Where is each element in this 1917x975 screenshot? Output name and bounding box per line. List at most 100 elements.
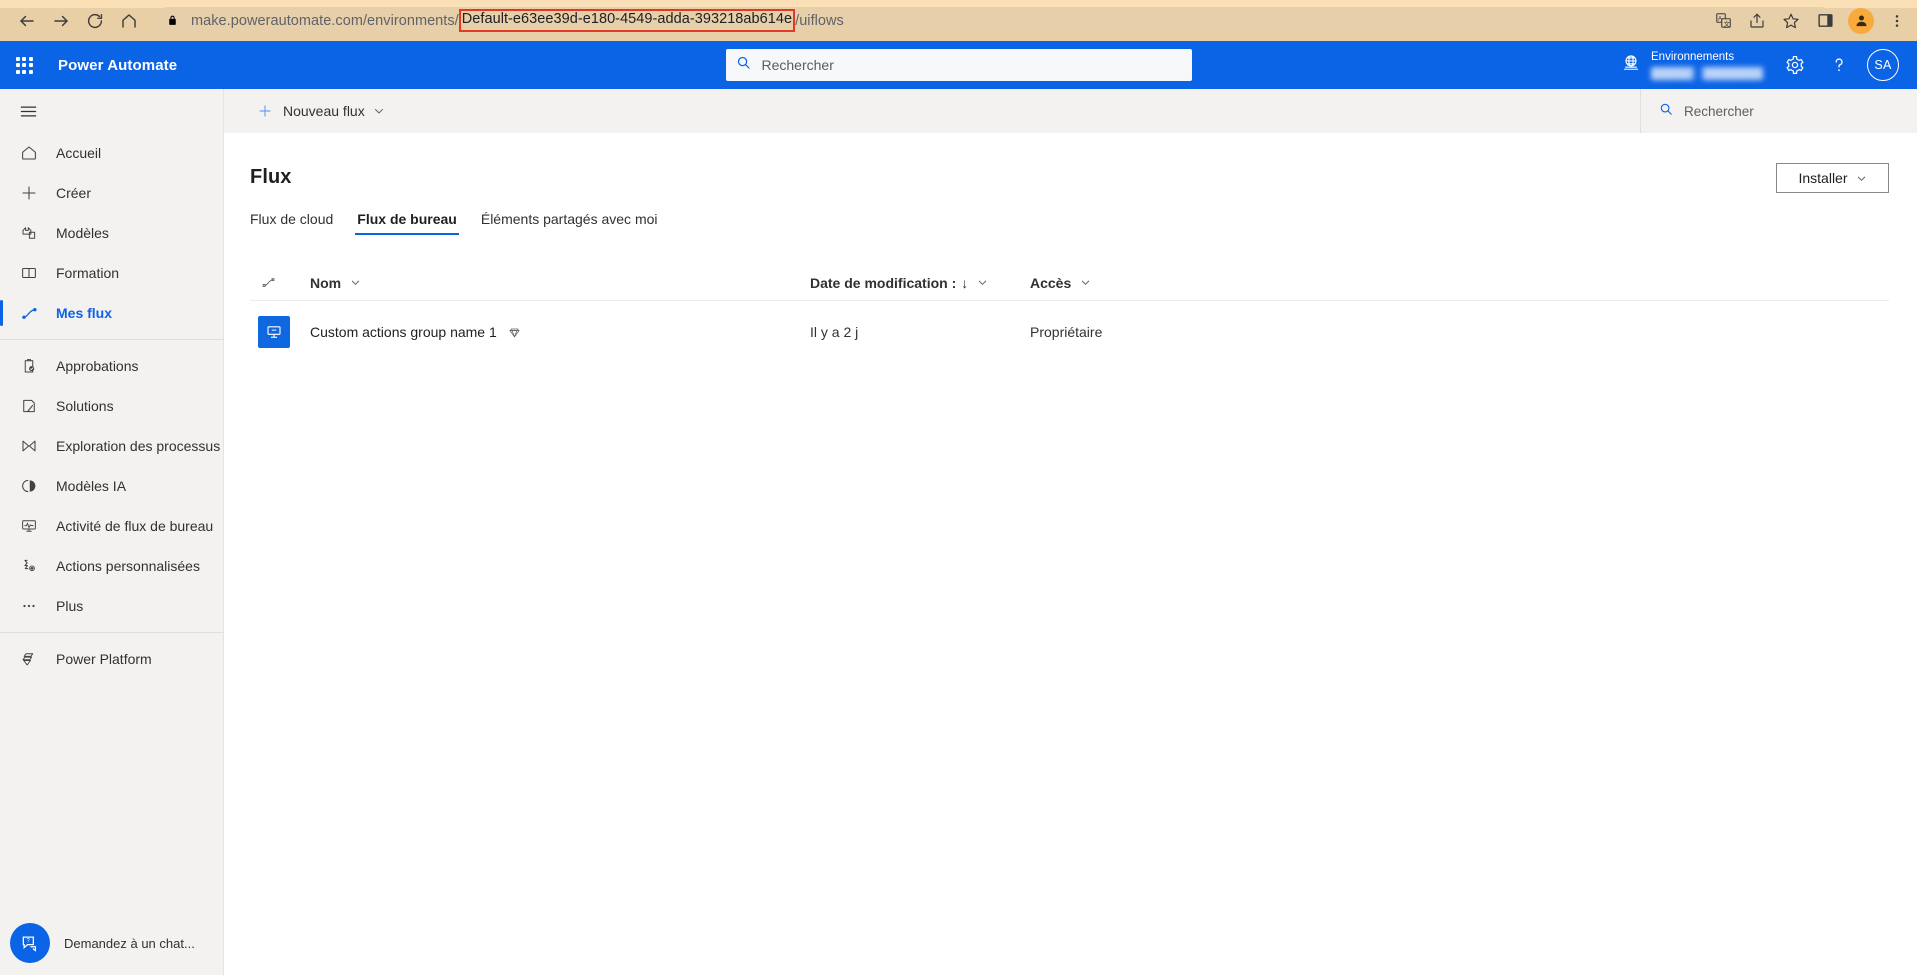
sort-descending-arrow-icon: ↓ [961, 274, 969, 291]
url-highlighted-env-id: Default-e63ee39d-e180-4549-adda-393218ab… [458, 9, 796, 32]
table-header-row: Nom Date de modification : ↓ Accès [250, 265, 1889, 301]
sidebar-item-label: Exploration des processus [56, 438, 221, 454]
new-flow-label: Nouveau flux [283, 103, 365, 119]
lock-icon [166, 14, 179, 27]
install-label: Installer [1798, 170, 1848, 186]
row-type-icon-cell [250, 316, 310, 348]
column-header-label: Date de modification : [810, 274, 957, 291]
sidebar-item-modeles[interactable]: Modèles [0, 213, 223, 253]
page-title: Flux [250, 166, 292, 188]
app-launcher-waffle-icon[interactable] [0, 41, 48, 89]
sidebar-item-accueil[interactable]: Accueil [0, 133, 223, 173]
desktop-flow-icon [258, 316, 290, 348]
column-header-date-modification[interactable]: Date de modification : ↓ [810, 275, 1030, 291]
global-search[interactable]: Rechercher [725, 49, 1192, 81]
user-avatar[interactable]: SA [1867, 49, 1899, 81]
browser-toolbar: make.powerautomate.com/environments/Defa… [0, 0, 1917, 41]
sidebar-item-approbations[interactable]: Approbations [0, 346, 223, 386]
install-button[interactable]: Installer [1776, 163, 1889, 193]
chat-label: Demandez à un chat... [64, 935, 195, 951]
app-header: Power Automate Rechercher Environnements… [0, 41, 1917, 89]
ellipsis-icon [9, 597, 49, 615]
templates-icon [9, 224, 49, 242]
hamburger-menu-icon[interactable] [8, 93, 48, 129]
column-header-nom[interactable]: Nom [310, 275, 810, 291]
brand-title[interactable]: Power Automate [58, 57, 177, 74]
chevron-down-icon [1080, 277, 1091, 288]
sidebar-item-plus[interactable]: Plus [0, 586, 223, 626]
search-icon [1659, 102, 1673, 121]
book-icon [9, 264, 49, 282]
custom-actions-icon [9, 557, 49, 575]
sidebar-item-label: Modèles [56, 225, 109, 241]
plus-icon [257, 103, 273, 119]
sidebar-item-label: Power Platform [56, 651, 152, 667]
column-header-type-icon[interactable] [250, 275, 310, 290]
table-row[interactable]: Custom actions group name 1 Il y a 2 j P… [250, 301, 1889, 363]
premium-diamond-icon [508, 326, 521, 339]
environment-label: Environnements [1651, 51, 1735, 64]
tab-flux-de-cloud[interactable]: Flux de cloud [250, 211, 345, 235]
list-search[interactable]: Rechercher [1640, 89, 1917, 133]
sidebar-toggle-row [0, 89, 223, 133]
sidebar-item-exploration-processus[interactable]: Exploration des processus [0, 426, 223, 466]
sidebar-item-label: Activité de flux de bureau [56, 518, 214, 534]
profile-avatar-icon[interactable] [1848, 7, 1874, 34]
translate-icon[interactable]: A文 [1707, 5, 1739, 37]
sidebar-item-label: Actions personnalisées [56, 558, 200, 574]
environment-name-redacted [1651, 66, 1763, 80]
list-search-placeholder: Rechercher [1684, 103, 1754, 119]
flows-table: Nom Date de modification : ↓ Accès Custo… [250, 265, 1889, 363]
back-arrow-icon[interactable] [10, 4, 44, 38]
browser-actions: A文 [1707, 5, 1913, 37]
sidebar-item-label: Approbations [56, 358, 139, 374]
sidebar-item-mes-flux[interactable]: Mes flux [0, 293, 223, 333]
desktop-activity-icon [9, 517, 49, 535]
tab-flux-de-bureau[interactable]: Flux de bureau [345, 211, 469, 235]
row-name-cell: Custom actions group name 1 [310, 324, 810, 340]
home-icon [9, 144, 49, 162]
sidebar-item-creer[interactable]: Créer [0, 173, 223, 213]
star-icon[interactable] [1775, 5, 1807, 37]
tab-elements-partages[interactable]: Éléments partagés avec moi [469, 211, 670, 235]
chevron-down-icon [1856, 173, 1867, 184]
sidebar-item-label: Mes flux [56, 305, 113, 321]
url-text: make.powerautomate.com/environments/Defa… [191, 9, 844, 32]
side-panel-icon[interactable] [1809, 5, 1841, 37]
sidebar-divider-1 [0, 339, 223, 340]
sidebar-item-label: Formation [56, 265, 120, 281]
sidebar-item-label: Solutions [56, 398, 114, 414]
sidebar-item-label: Modèles IA [56, 478, 127, 494]
environment-globe-icon [1621, 53, 1641, 78]
sidebar-item-label: Accueil [56, 145, 102, 161]
new-flow-button[interactable]: Nouveau flux [251, 93, 391, 129]
sidebar-item-label: Créer [56, 185, 92, 201]
home-icon[interactable] [112, 4, 146, 38]
row-modified-cell: Il y a 2 j [810, 324, 859, 340]
chat-bubble-icon[interactable]: ? [10, 923, 50, 963]
settings-gear-icon[interactable] [1773, 41, 1817, 89]
search-input-placeholder: Rechercher [761, 57, 834, 73]
forward-arrow-icon[interactable] [44, 4, 78, 38]
environment-picker[interactable]: Environnements [1611, 41, 1773, 89]
reload-icon[interactable] [78, 4, 112, 38]
share-icon[interactable] [1741, 5, 1773, 37]
address-bar[interactable]: make.powerautomate.com/environments/Defa… [154, 6, 1834, 35]
sidebar-item-power-platform[interactable]: Power Platform [0, 639, 223, 679]
chevron-down-icon [977, 277, 988, 288]
plus-icon [9, 184, 49, 202]
kebab-menu-icon[interactable] [1881, 5, 1913, 37]
solutions-icon [9, 397, 49, 415]
power-platform-icon [9, 650, 49, 668]
help-question-icon[interactable] [1817, 41, 1861, 89]
column-header-acces[interactable]: Accès [1030, 275, 1889, 291]
sidebar-item-activite-flux-bureau[interactable]: Activité de flux de bureau [0, 506, 223, 546]
sidebar-item-modeles-ia[interactable]: Modèles IA [0, 466, 223, 506]
sidebar-item-actions-personnalisees[interactable]: Actions personnalisées [0, 546, 223, 586]
sidebar-item-solutions[interactable]: Solutions [0, 386, 223, 426]
url-suffix: /uiflows [795, 12, 844, 29]
sidebar-item-formation[interactable]: Formation [0, 253, 223, 293]
page-body: Accueil Créer Modèles Formation Mes flux [0, 89, 1917, 975]
chat-widget[interactable]: ? Demandez à un chat... [10, 923, 195, 963]
main-content: Nouveau flux Rechercher Flux Installer F… [224, 89, 1917, 975]
